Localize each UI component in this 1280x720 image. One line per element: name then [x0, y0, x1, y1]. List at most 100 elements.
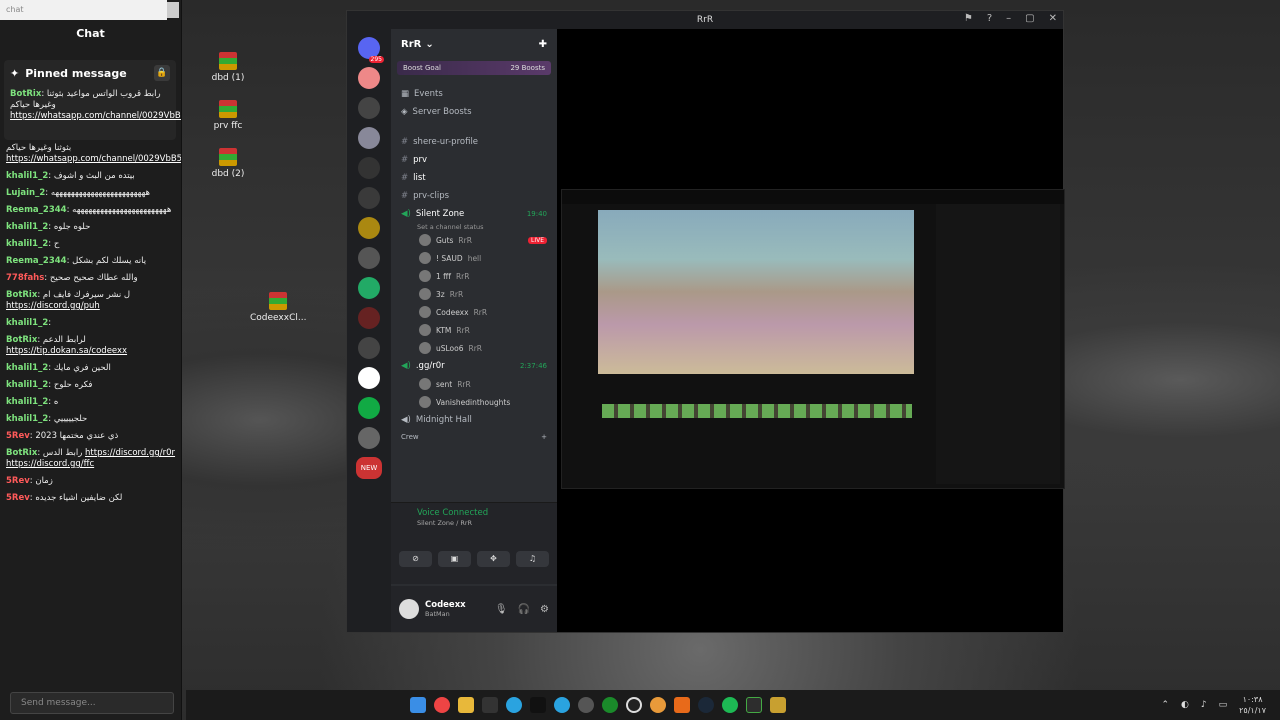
- discord-window: RrR ⚑ ? – ▢ ✕ 295 NEW RrR ⌄ ✚ Boost Goal…: [346, 10, 1065, 633]
- server-icon[interactable]: [358, 397, 380, 419]
- camera-off-button[interactable]: ⊘: [399, 551, 432, 567]
- channel-list[interactable]: # list: [391, 169, 557, 187]
- maximize-button[interactable]: ▢: [1025, 13, 1034, 24]
- voice-channel-ggr0r[interactable]: ◀) .gg/r0r 2:37:46: [391, 357, 557, 375]
- headphones-icon[interactable]: 🎧: [518, 604, 530, 615]
- soundboard-button[interactable]: ♫: [516, 551, 549, 567]
- server-icon[interactable]: [358, 247, 380, 269]
- voice-user[interactable]: Guts RrR LIVE: [391, 231, 557, 249]
- chrome-icon[interactable]: [434, 697, 450, 713]
- settings-icon[interactable]: [578, 697, 594, 713]
- chat-link[interactable]: https://discord.gg/puh: [6, 301, 100, 311]
- stream-view: [557, 29, 1065, 632]
- volume-icon[interactable]: ♪: [1201, 700, 1207, 710]
- netflix-icon[interactable]: [530, 697, 546, 713]
- steam-icon[interactable]: [698, 697, 714, 713]
- battery-icon[interactable]: ▭: [1219, 700, 1228, 710]
- server-icon[interactable]: [358, 127, 380, 149]
- pin-icon: ✦: [10, 66, 20, 80]
- app-icon[interactable]: [482, 697, 498, 713]
- voice-user[interactable]: ! SAUD hell: [391, 249, 557, 267]
- voice-user[interactable]: uSLoo6 RrR: [391, 339, 557, 357]
- settings-icon[interactable]: ⚙: [540, 604, 549, 615]
- voice-user[interactable]: 1 fff RrR: [391, 267, 557, 285]
- chevron-up-icon[interactable]: ⌃: [1161, 700, 1169, 710]
- channel-prv-clips[interactable]: # prv-clips: [391, 187, 557, 205]
- activities-button[interactable]: ✥: [477, 551, 510, 567]
- chat-message: khalil1_2: فكره حلوح: [6, 380, 93, 390]
- voice-user[interactable]: 3z RrR: [391, 285, 557, 303]
- send-message-input[interactable]: Send message...: [10, 692, 174, 714]
- voice-channel-silent-zone[interactable]: ◀) Silent Zone 19:40: [391, 205, 557, 223]
- chat-message: khalil1_2: حلوه جلوه: [6, 222, 91, 232]
- xbox-bar-icon[interactable]: [746, 697, 762, 713]
- server-home[interactable]: 295: [358, 37, 384, 63]
- folder-icon[interactable]: [458, 697, 474, 713]
- channel-prv[interactable]: # prv: [391, 151, 557, 169]
- category-crew[interactable]: Crew +: [391, 429, 557, 445]
- video-preview[interactable]: [598, 210, 914, 374]
- server-icon[interactable]: [358, 67, 380, 89]
- chat-search-input[interactable]: chat: [0, 0, 167, 20]
- boost-goal-bar[interactable]: Boost Goal 29 Boosts: [397, 61, 551, 75]
- mic-icon[interactable]: 🎙: [495, 604, 508, 615]
- server-header[interactable]: RrR ⌄ ✚: [391, 29, 557, 59]
- server-icon[interactable]: [358, 157, 380, 179]
- voice-user[interactable]: Vanishedinthoughts: [391, 393, 557, 411]
- inbox-icon[interactable]: ⚑: [964, 13, 973, 24]
- telegram-icon[interactable]: [554, 697, 570, 713]
- avatar: [419, 324, 431, 336]
- calendar-icon: ▦: [401, 89, 410, 99]
- chat-message: khalil1_2: بيتده من البث و اشوف: [6, 171, 135, 181]
- minimize-button[interactable]: –: [1006, 13, 1011, 24]
- telegram-icon[interactable]: [506, 697, 522, 713]
- xbox-icon[interactable]: [602, 697, 618, 713]
- pinned-link[interactable]: https://whatsapp.com/channel/0029VbB5W1h…: [10, 111, 181, 121]
- vlc-icon[interactable]: [674, 697, 690, 713]
- lock-icon[interactable]: 🔒: [154, 65, 170, 81]
- archive-icon: [219, 52, 237, 70]
- desktop-icon-codeexx[interactable]: CodeexxCl...: [250, 292, 306, 323]
- server-icon[interactable]: [358, 337, 380, 359]
- wifi-icon[interactable]: ◐: [1181, 700, 1189, 710]
- menu-server-boosts[interactable]: ◈ Server Boosts: [391, 103, 557, 121]
- chat-link[interactable]: https://whatsapp.com/channel/0029VbB5W1h…: [6, 154, 181, 164]
- discord-icon[interactable]: [650, 697, 666, 713]
- server-icon[interactable]: [358, 97, 380, 119]
- obs-icon[interactable]: [626, 697, 642, 713]
- server-icon[interactable]: [358, 307, 380, 329]
- chat-link[interactable]: https://tip.dokan.sa/codeexx: [6, 346, 127, 356]
- chat-search-button[interactable]: [167, 2, 179, 18]
- voice-user[interactable]: sent RrR: [391, 375, 557, 393]
- desktop-icon-dbd1[interactable]: dbd (1): [200, 52, 256, 83]
- chat-message: khalil1_2: ح: [6, 239, 60, 249]
- server-icon[interactable]: [358, 367, 380, 389]
- desktop-icon-prv-ffc[interactable]: prv ffc: [200, 100, 256, 131]
- voice-location: Silent Zone / RrR: [417, 519, 473, 527]
- voice-user[interactable]: Codeexx RrR: [391, 303, 557, 321]
- channel-shere-ur-profile[interactable]: # shere-ur-profile: [391, 133, 557, 151]
- voice-user[interactable]: KTM RrR: [391, 321, 557, 339]
- spotify-icon[interactable]: [722, 697, 738, 713]
- server-icon[interactable]: [358, 217, 380, 239]
- new-badge[interactable]: NEW: [356, 457, 382, 479]
- menu-events[interactable]: ▦ Events: [391, 85, 557, 103]
- close-button[interactable]: ✕: [1049, 13, 1057, 24]
- video-timeline[interactable]: [602, 404, 912, 418]
- avatar: [419, 342, 431, 354]
- desktop-icon-dbd2[interactable]: dbd (2): [200, 148, 256, 179]
- add-member-icon[interactable]: ✚: [539, 39, 547, 50]
- help-icon[interactable]: ?: [987, 13, 992, 24]
- channel-status[interactable]: Set a channel status: [391, 223, 557, 231]
- screen-share-button[interactable]: ▣: [438, 551, 471, 567]
- app-icon[interactable]: [770, 697, 786, 713]
- server-icon[interactable]: [358, 427, 380, 449]
- avatar[interactable]: [399, 599, 419, 619]
- server-icon[interactable]: [358, 187, 380, 209]
- archive-icon: [269, 292, 287, 310]
- speaker-icon: ◀): [401, 209, 411, 219]
- start-icon[interactable]: [410, 697, 426, 713]
- voice-channel-midnight-hall[interactable]: ◀) Midnight Hall: [391, 411, 557, 429]
- server-icon[interactable]: [358, 277, 380, 299]
- clock[interactable]: ١٠:٣٨ ٢٥/١/١٧: [1239, 694, 1266, 716]
